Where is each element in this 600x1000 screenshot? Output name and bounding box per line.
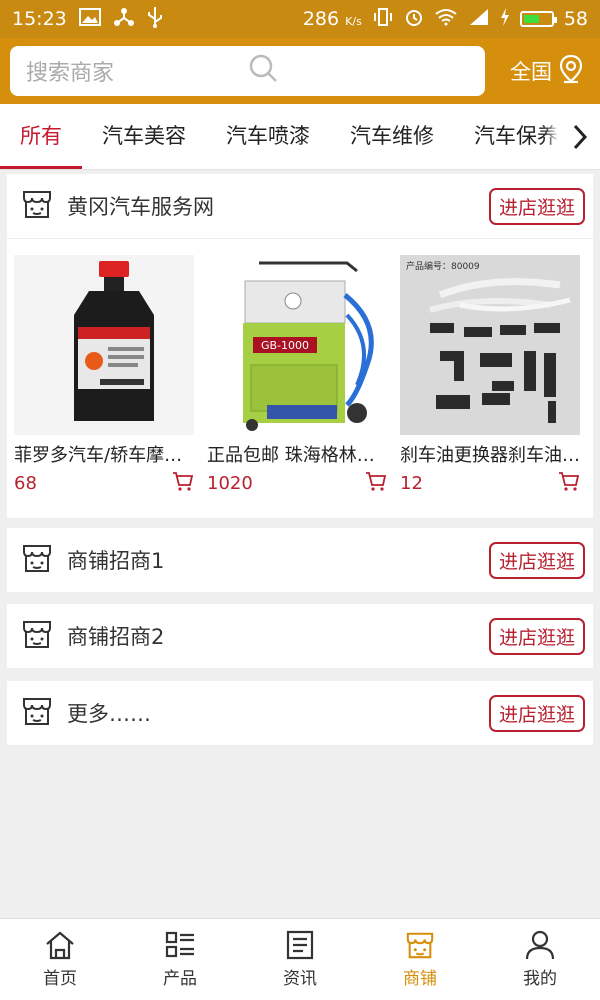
header-bar: 搜索商家 全国 bbox=[0, 38, 600, 104]
status-bar: 15:23 286 K/s 58 bbox=[0, 0, 600, 38]
search-placeholder: 搜索商家 bbox=[26, 61, 115, 86]
visit-shop-button[interactable]: 进店逛逛 bbox=[488, 617, 585, 655]
visit-shop-button[interactable]: 进店逛逛 bbox=[488, 187, 585, 225]
nav-home[interactable]: 首页 bbox=[0, 919, 120, 1000]
shop-icon bbox=[406, 932, 434, 959]
product-image-label: 产品编号：80009 bbox=[406, 260, 480, 272]
nav-news-label: 资讯 bbox=[283, 969, 317, 989]
visit-shop-button[interactable]: 进店逛逛 bbox=[488, 694, 585, 732]
shop-card: 黄冈汽车服务网 进店逛逛 菲罗多汽车/轿车摩托车刹车油 68 bbox=[7, 174, 593, 518]
battery-icon bbox=[519, 11, 557, 27]
battery-level: 58 bbox=[563, 8, 588, 30]
tab-car-beauty[interactable]: 汽车美容 bbox=[82, 104, 206, 169]
shop-card: 商铺招商1 进店逛逛 bbox=[7, 528, 593, 592]
shop-icon bbox=[21, 542, 53, 578]
tabs-scroll-right-button[interactable] bbox=[560, 104, 600, 169]
network-speed: 286 K/s bbox=[302, 8, 362, 30]
product-price: 68 bbox=[14, 472, 37, 494]
usb-icon bbox=[147, 6, 163, 33]
product-title: 刹车油更换器刹车油接头 bbox=[400, 445, 580, 466]
product-price: 12 bbox=[400, 472, 423, 494]
status-time: 15:23 bbox=[12, 8, 67, 30]
shop-icon bbox=[21, 695, 53, 731]
alarm-icon bbox=[404, 7, 424, 32]
wifi-icon bbox=[434, 8, 458, 31]
nav-mine[interactable]: 我的 bbox=[480, 919, 600, 1000]
shop-icon bbox=[21, 188, 53, 224]
tab-car-repair[interactable]: 汽车维修 bbox=[330, 104, 454, 169]
charging-icon bbox=[500, 7, 510, 31]
shop-card: 更多…… 进店逛逛 bbox=[7, 681, 593, 745]
nav-shops[interactable]: 商铺 bbox=[360, 919, 480, 1000]
product-title: 菲罗多汽车/轿车摩托车刹车油 bbox=[14, 445, 194, 466]
cart-icon[interactable] bbox=[365, 471, 387, 495]
share-icon bbox=[113, 7, 135, 32]
tab-all[interactable]: 所有 bbox=[0, 104, 82, 169]
nav-products[interactable]: 产品 bbox=[120, 919, 240, 1000]
shop-card: 商铺招商2 进店逛逛 bbox=[7, 604, 593, 668]
signal-icon bbox=[468, 8, 490, 31]
nav-news[interactable]: 资讯 bbox=[240, 919, 360, 1000]
product-price: 1020 bbox=[207, 472, 253, 494]
bottom-nav: 首页 产品 资讯 商铺 我的 bbox=[0, 918, 600, 1000]
news-icon bbox=[286, 930, 314, 960]
visit-shop-button[interactable]: 进店逛逛 bbox=[488, 541, 585, 579]
category-tabs: 所有 汽车美容 汽车喷漆 汽车维修 汽车保养 bbox=[0, 104, 600, 170]
product-title: 正品包邮 珠海格林GB-1000 bbox=[207, 445, 387, 466]
product-item[interactable]: GB-1000 正品包邮 珠海格林GB-1000 1020 bbox=[207, 255, 387, 495]
user-icon bbox=[525, 930, 555, 960]
shop-name: 商铺招商1 bbox=[67, 549, 165, 573]
vibrate-icon bbox=[372, 7, 394, 32]
shop-icon bbox=[21, 618, 53, 654]
product-image-brake-oil-changer[interactable]: GB-1000 bbox=[207, 255, 387, 435]
region-selector[interactable]: 全国 bbox=[510, 54, 590, 89]
nav-mine-label: 我的 bbox=[523, 969, 557, 989]
product-item[interactable]: 产品编号：80009 刹车油更换器刹车油接头 12 bbox=[400, 255, 580, 495]
nav-shops-label: 商铺 bbox=[403, 969, 437, 989]
product-image-hose-connectors[interactable]: 产品编号：80009 bbox=[400, 255, 580, 435]
search-icon[interactable] bbox=[248, 53, 470, 89]
cart-icon[interactable] bbox=[558, 471, 580, 495]
tab-car-paint[interactable]: 汽车喷漆 bbox=[206, 104, 330, 169]
chevron-right-icon bbox=[573, 124, 588, 150]
product-image-brake-fluid[interactable] bbox=[14, 255, 194, 435]
image-icon bbox=[78, 7, 101, 31]
shop-name: 商铺招商2 bbox=[67, 625, 165, 649]
nav-products-label: 产品 bbox=[163, 969, 197, 989]
list-icon bbox=[165, 931, 194, 958]
nav-home-label: 首页 bbox=[43, 969, 77, 989]
product-item[interactable]: 菲罗多汽车/轿车摩托车刹车油 68 bbox=[14, 255, 194, 495]
region-label: 全国 bbox=[510, 60, 552, 84]
shop-name-more: 更多…… bbox=[67, 702, 151, 726]
shop-name: 黄冈汽车服务网 bbox=[67, 195, 214, 219]
cart-icon[interactable] bbox=[172, 471, 194, 495]
home-icon bbox=[46, 931, 74, 960]
search-input[interactable]: 搜索商家 bbox=[10, 46, 485, 96]
location-icon bbox=[558, 54, 584, 89]
product-image-label: GB-1000 bbox=[261, 339, 309, 352]
